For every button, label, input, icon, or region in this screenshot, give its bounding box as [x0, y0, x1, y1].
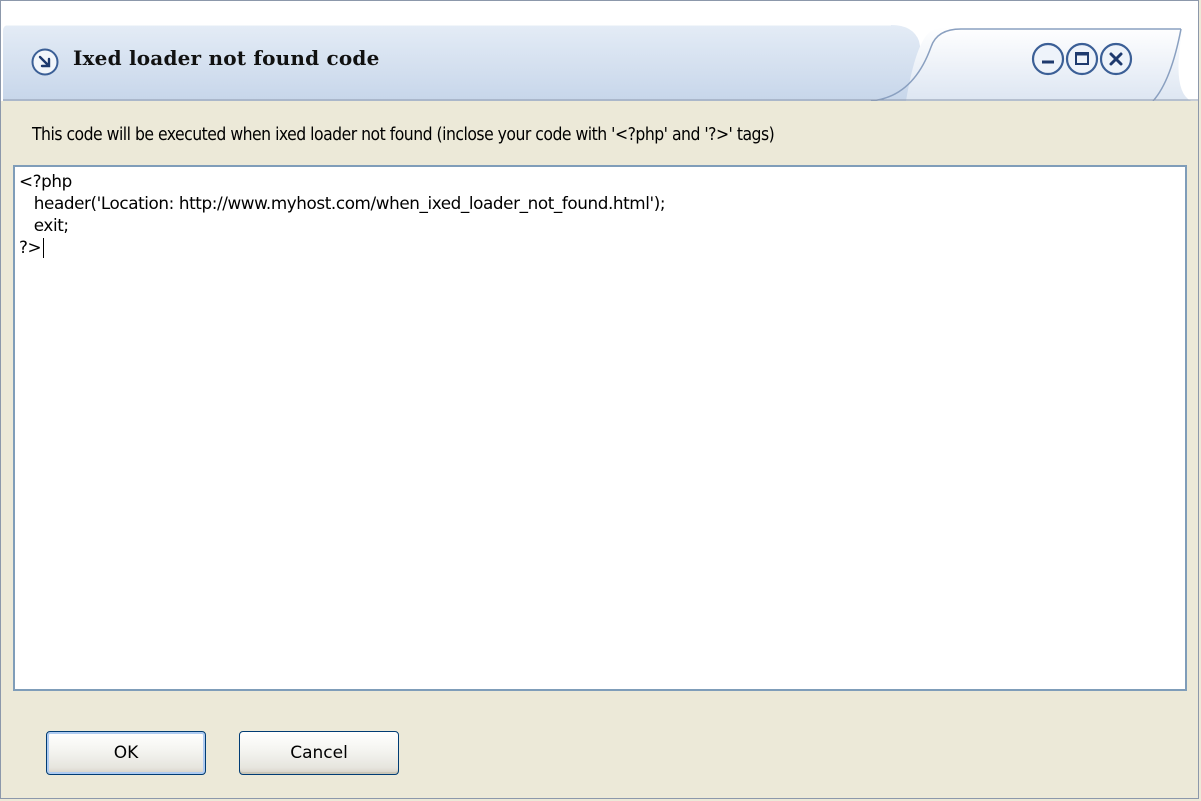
- title-bar[interactable]: Ixed loader not found code: [1, 1, 1198, 101]
- minimize-icon[interactable]: [1031, 42, 1065, 76]
- button-bar: OK Cancel: [13, 693, 1186, 798]
- expand-arrow-icon[interactable]: [31, 48, 59, 76]
- cancel-button-label: Cancel: [290, 743, 348, 763]
- code-editor[interactable]: <?php header('Location: http://www.myhos…: [13, 165, 1187, 691]
- window-title: Ixed loader not found code: [73, 46, 380, 70]
- cancel-button[interactable]: Cancel: [239, 731, 399, 775]
- close-icon[interactable]: [1099, 42, 1133, 76]
- text-caret: [43, 238, 44, 258]
- description-bar: This code will be executed when ixed loa…: [13, 101, 1186, 163]
- ok-button-label: OK: [113, 743, 139, 763]
- ok-button[interactable]: OK: [46, 731, 206, 775]
- maximize-icon[interactable]: [1065, 42, 1099, 76]
- dialog-window: Ixed loader not found code This code wil…: [0, 0, 1199, 799]
- description-label: This code will be executed when ixed loa…: [32, 125, 775, 145]
